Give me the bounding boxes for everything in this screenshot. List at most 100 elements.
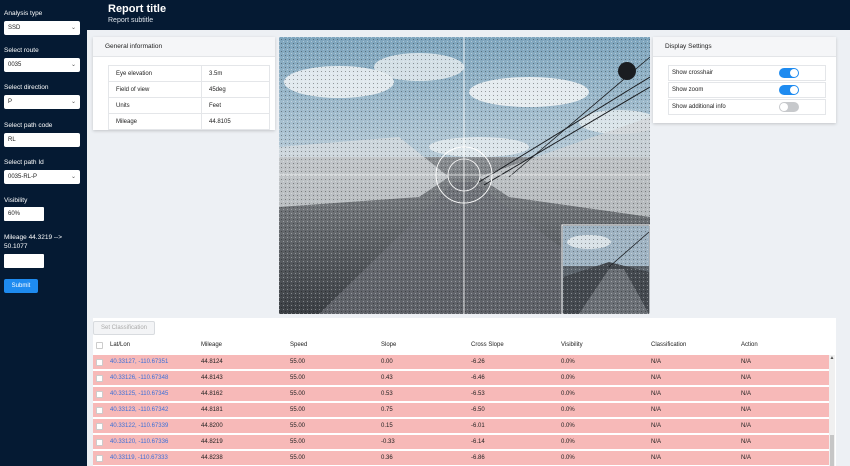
column-header[interactable]: Action bbox=[741, 342, 758, 348]
latlon-link[interactable]: 40.33127, -110.67351 bbox=[110, 359, 168, 365]
table-cell: 55.00 bbox=[290, 439, 306, 445]
table-cell: N/A bbox=[651, 455, 662, 461]
setting-show-additional-info: Show additional info bbox=[668, 99, 826, 115]
table-cell: 55.00 bbox=[290, 407, 306, 413]
table-cell: 0.53 bbox=[381, 391, 393, 397]
set-classification-button[interactable]: Set Classification bbox=[93, 321, 155, 335]
path-id-value: 0035-RL-P bbox=[8, 174, 38, 180]
route-value: 0035 bbox=[8, 62, 22, 68]
path-id-select[interactable]: 0035-RL-P ⌄ bbox=[4, 170, 80, 184]
column-header[interactable]: Visibility bbox=[561, 342, 583, 348]
table-row[interactable]: 40.33127, -110.67351 44.8124 55.00 0.00 -6.2… bbox=[93, 354, 829, 369]
analysis-type-label: Analysis type bbox=[4, 10, 43, 17]
submit-button[interactable]: Submit bbox=[4, 279, 38, 293]
table-cell: 0.0% bbox=[561, 423, 575, 429]
report-subtitle: Report subtitle bbox=[108, 17, 154, 24]
table-row[interactable]: 40.33119, -110.67333 44.8238 55.00 0.36 -6.8… bbox=[93, 450, 829, 465]
info-row: Mileage 44.8105 bbox=[108, 113, 270, 130]
row-checkbox[interactable] bbox=[96, 439, 103, 446]
row-checkbox[interactable] bbox=[96, 375, 103, 382]
latlon-link[interactable]: 40.33122, -110.67339 bbox=[110, 423, 168, 429]
compass-icon[interactable] bbox=[618, 62, 636, 80]
visibility-input[interactable]: 60% bbox=[4, 207, 44, 221]
table-cell: 55.00 bbox=[290, 423, 306, 429]
latlon-link[interactable]: 40.33119, -110.67333 bbox=[110, 455, 168, 461]
table-cell: 0.0% bbox=[561, 455, 575, 461]
column-header[interactable]: Classification bbox=[651, 342, 686, 348]
row-checkbox[interactable] bbox=[96, 423, 103, 430]
toggle-knob bbox=[790, 69, 798, 77]
select-all-checkbox[interactable] bbox=[96, 342, 103, 349]
setting-show-crosshair: Show crosshair bbox=[668, 65, 826, 81]
path-code-label: Select path code bbox=[4, 122, 53, 129]
toggle-knob bbox=[790, 86, 798, 94]
zoom-toggle[interactable] bbox=[779, 85, 799, 95]
table-cell: -6.46 bbox=[471, 375, 485, 381]
table-cell: 55.00 bbox=[290, 359, 306, 365]
latlon-link[interactable]: 40.33126, -110.67348 bbox=[110, 375, 168, 381]
table-row[interactable]: 40.33126, -110.67348 44.8143 55.00 0.43 -6.4… bbox=[93, 370, 829, 385]
setting-label: Show crosshair bbox=[672, 70, 714, 76]
street-view-viewer[interactable] bbox=[279, 37, 650, 314]
sidebar: Analysis type SSD ⌄ Select route 0035 ⌄ … bbox=[0, 0, 87, 466]
zoom-inset bbox=[561, 224, 650, 314]
chevron-down-icon: ⌄ bbox=[70, 62, 76, 68]
report-header: Report title Report subtitle bbox=[87, 0, 850, 30]
direction-label: Select direction bbox=[4, 84, 49, 91]
table-row[interactable]: 40.33122, -110.67339 44.8200 55.00 0.15 -6.0… bbox=[93, 418, 829, 433]
table-row[interactable]: 40.33123, -110.67342 44.8181 55.00 0.75 -6.5… bbox=[93, 402, 829, 417]
table-cell: N/A bbox=[651, 375, 662, 381]
table-cell: 44.8162 bbox=[201, 391, 223, 397]
table-cell: N/A bbox=[651, 359, 662, 365]
display-settings-panel: Display Settings Show crosshair Show zoo… bbox=[653, 37, 836, 123]
column-header[interactable]: Cross Slope bbox=[471, 342, 504, 348]
table-cell: N/A bbox=[741, 407, 752, 413]
column-header[interactable]: Slope bbox=[381, 342, 396, 348]
table-cell: N/A bbox=[741, 439, 752, 445]
latlon-link[interactable]: 40.33123, -110.67342 bbox=[110, 407, 168, 413]
table-cell: N/A bbox=[741, 455, 752, 461]
analysis-type-select[interactable]: SSD ⌄ bbox=[4, 21, 80, 35]
mileage-input[interactable] bbox=[4, 254, 44, 268]
setting-label: Show additional info bbox=[672, 104, 726, 110]
info-value: 45deg bbox=[201, 81, 270, 98]
additional-info-toggle[interactable] bbox=[779, 102, 799, 112]
table-cell: 0.0% bbox=[561, 375, 575, 381]
column-header[interactable]: Lat/Lon bbox=[110, 342, 130, 348]
route-select[interactable]: 0035 ⌄ bbox=[4, 58, 80, 72]
row-checkbox[interactable] bbox=[96, 407, 103, 414]
table-cell: 0.0% bbox=[561, 359, 575, 365]
row-checkbox[interactable] bbox=[96, 455, 103, 462]
toggle-knob bbox=[780, 103, 788, 111]
info-label: Units bbox=[108, 97, 202, 114]
table-row[interactable]: 40.33120, -110.67336 44.8219 55.00 -0.33 -6.… bbox=[93, 434, 829, 449]
general-info-table: Eye elevation 3.5m Field of view 45deg U… bbox=[108, 65, 270, 130]
table-cell: N/A bbox=[651, 423, 662, 429]
table-cell: 0.36 bbox=[381, 455, 393, 461]
crosshair-toggle[interactable] bbox=[779, 68, 799, 78]
table-row[interactable]: 40.33125, -110.67345 44.8162 55.00 0.53 -6.5… bbox=[93, 386, 829, 401]
row-checkbox[interactable] bbox=[96, 391, 103, 398]
scrollbar-thumb[interactable] bbox=[830, 435, 834, 466]
latlon-link[interactable]: 40.33125, -110.67345 bbox=[110, 391, 168, 397]
info-label: Eye elevation bbox=[108, 65, 202, 82]
table-scrollbar[interactable]: ▲ bbox=[829, 355, 835, 466]
table-cell: 0.75 bbox=[381, 407, 393, 413]
table-cell: 44.8200 bbox=[201, 423, 223, 429]
table-cell: N/A bbox=[741, 375, 752, 381]
table-cell: 44.8124 bbox=[201, 359, 223, 365]
table-cell: 44.8143 bbox=[201, 375, 223, 381]
table-cell: 0.0% bbox=[561, 439, 575, 445]
results-table: Set Classification Lat/Lon Mileage Speed… bbox=[93, 318, 836, 466]
row-checkbox[interactable] bbox=[96, 359, 103, 366]
direction-select[interactable]: P ⌄ bbox=[4, 95, 80, 109]
route-label: Select route bbox=[4, 47, 39, 54]
scroll-up-icon[interactable]: ▲ bbox=[829, 355, 835, 361]
info-row: Field of view 45deg bbox=[108, 81, 270, 98]
table-cell: N/A bbox=[741, 391, 752, 397]
mileage-label-line2: 50.1077 bbox=[4, 243, 28, 250]
latlon-link[interactable]: 40.33120, -110.67336 bbox=[110, 439, 168, 445]
column-header[interactable]: Mileage bbox=[201, 342, 222, 348]
column-header[interactable]: Speed bbox=[290, 342, 307, 348]
path-code-input[interactable]: RL bbox=[4, 133, 80, 147]
